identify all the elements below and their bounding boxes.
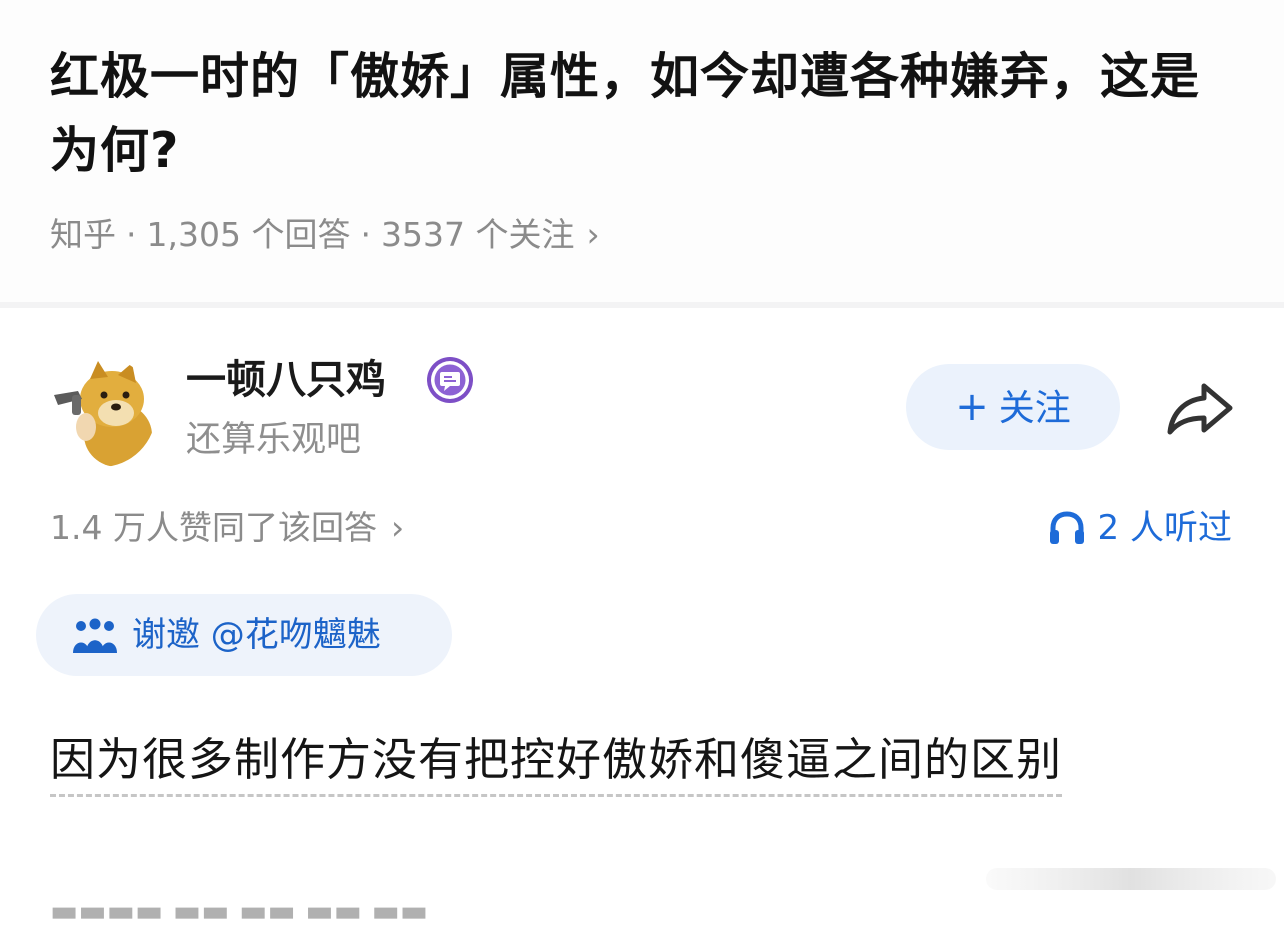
vote-count: 1.4 万人赞同了该回答 <box>50 508 377 547</box>
chevron-right-icon: › <box>586 215 600 254</box>
publish-time-clipped: ▬▬▬▬ ▬▬ ▬▬ ▬▬ ▬▬ <box>50 894 429 929</box>
blurred-watermark <box>986 868 1276 890</box>
invite-tag[interactable]: 谢邀 @花吻魑魅 <box>36 594 452 676</box>
question-title[interactable]: 红极一时的「傲娇」属性，如今却遭各种嫌弃，这是为何? <box>50 40 1230 188</box>
crowd-icon <box>73 618 117 653</box>
answer-count: 1,305 个回答 <box>146 215 351 254</box>
answer-content[interactable]: 因为很多制作方没有把控好傲娇和傻逼之间的区别 <box>50 728 1063 797</box>
author-name[interactable]: 一顿八只鸡 <box>186 352 386 408</box>
follower-count: 3537 个关注 <box>380 215 575 254</box>
follow-label: 关注 <box>998 388 1071 429</box>
headphones-icon <box>1049 511 1084 544</box>
chat-badge-icon[interactable] <box>425 355 475 405</box>
doge-avatar-icon <box>46 357 156 467</box>
listen-count[interactable]: 2 人听过 <box>1048 502 1232 554</box>
author-bio: 还算乐观吧 <box>186 420 362 460</box>
follow-button[interactable]: + 关注 <box>906 364 1120 450</box>
meta-separator: · <box>360 215 371 254</box>
vote-summary[interactable]: 1.4 万人赞同了该回答 › <box>50 502 404 554</box>
author-avatar[interactable] <box>46 357 156 467</box>
section-divider <box>0 302 1284 308</box>
invite-label: 谢邀 @花吻魑魅 <box>132 615 381 655</box>
chevron-right-icon: › <box>390 508 405 547</box>
question-meta[interactable]: 知乎 · 1,305 个回答 · 3537 个关注 › <box>50 210 600 260</box>
meta-separator: · <box>126 215 137 254</box>
listen-count-label: 2 人听过 <box>1097 508 1232 548</box>
share-arrow-icon[interactable] <box>1164 378 1236 438</box>
question-header: 红极一时的「傲娇」属性，如今却遭各种嫌弃，这是为何? 知乎 · 1,305 个回答 ·… <box>0 0 1284 302</box>
source-label: 知乎 <box>50 215 116 254</box>
plus-icon: + <box>955 384 989 430</box>
